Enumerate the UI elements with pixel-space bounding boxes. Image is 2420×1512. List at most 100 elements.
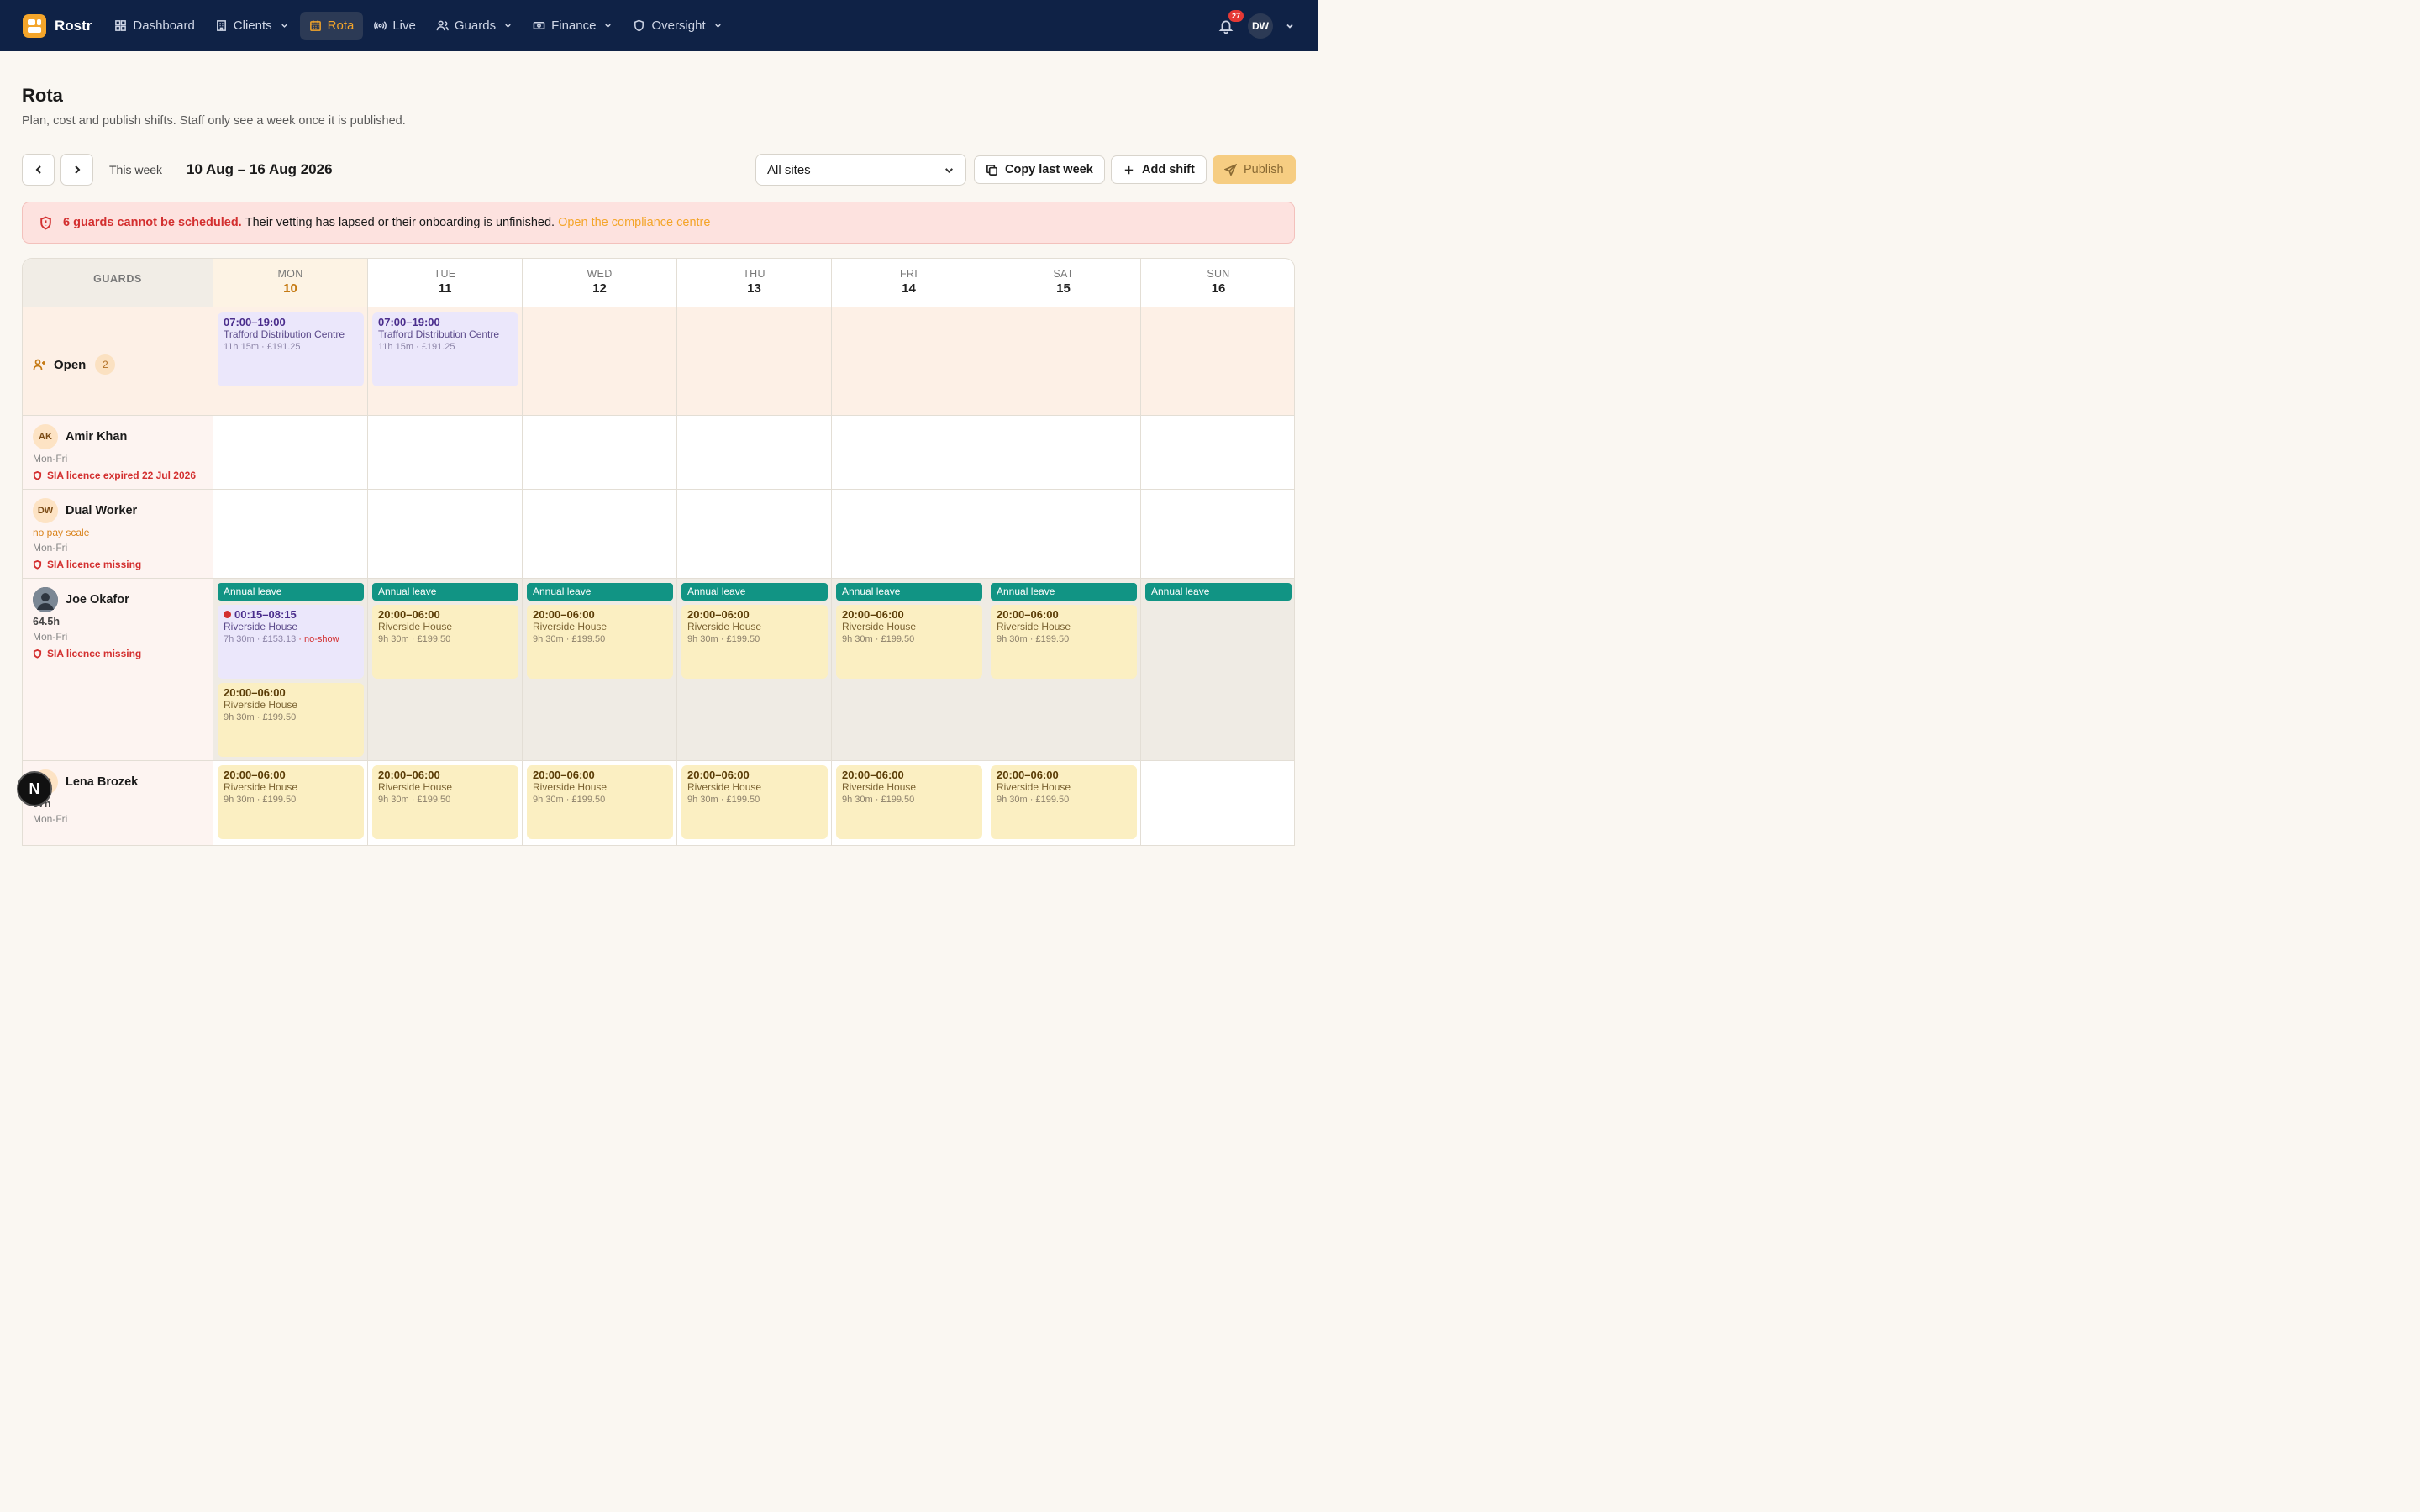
chevron-down-icon[interactable] [1285, 21, 1295, 31]
avatar: DW [33, 498, 58, 523]
next-week-button[interactable] [60, 154, 93, 186]
compliance-centre-link[interactable]: Open the compliance centre [558, 216, 710, 229]
shift-mon-night[interactable]: 20:00–06:00 Riverside House 9h 30m · £19… [218, 683, 364, 757]
shift-sat[interactable]: 20:00–06:00 Riverside House 9h 30m · £19… [991, 765, 1137, 839]
prev-week-button[interactable] [22, 154, 55, 186]
day-cell[interactable] [986, 490, 1141, 579]
day-cell[interactable] [523, 490, 677, 579]
shift-fri[interactable]: 20:00–06:00 Riverside House 9h 30m · £19… [836, 605, 982, 679]
building-icon [216, 20, 226, 31]
shift-thu[interactable]: 20:00–06:00 Riverside House 9h 30m · £19… [681, 605, 828, 679]
open-cell-thu[interactable] [677, 307, 832, 416]
open-shift-tue[interactable]: 07:00–19:00 Trafford Distribution Centre… [372, 312, 518, 386]
day-cell[interactable] [1141, 490, 1294, 579]
guard-row-lena-brozek[interactable]: LB Lena Brozek 57h Mon-Fri [23, 761, 213, 845]
day-cell[interactable] [213, 416, 368, 490]
shift-cost: 9h 30m · £199.50 [687, 795, 760, 805]
nav-right: 27 DW [1216, 8, 1295, 39]
shift-time: 20:00–06:00 [997, 608, 1059, 621]
day-num: 13 [747, 281, 761, 296]
day-cell[interactable] [1141, 761, 1294, 845]
guard-name: Lena Brozek [66, 775, 139, 789]
open-shift-mon[interactable]: 07:00–19:00 Trafford Distribution Centre… [218, 312, 364, 386]
shield-alert-icon [33, 470, 42, 480]
nav-oversight[interactable]: Oversight [623, 12, 731, 40]
nav-dashboard[interactable]: Dashboard [105, 12, 203, 40]
day-cell[interactable] [986, 416, 1141, 490]
user-avatar[interactable]: DW [1248, 13, 1273, 39]
copy-last-week-button[interactable]: Copy last week [974, 155, 1105, 184]
nav-rota-label: Rota [327, 18, 355, 33]
chevron-down-icon [505, 24, 511, 28]
day-cell[interactable] [832, 416, 986, 490]
shift-tue[interactable]: 20:00–06:00 Riverside House 9h 30m · £19… [372, 765, 518, 839]
day-cell[interactable] [523, 416, 677, 490]
brand[interactable]: Rostr [23, 13, 92, 38]
shift-wed[interactable]: 20:00–06:00 Riverside House 9h 30m · £19… [527, 765, 673, 839]
open-row-label: Open 2 [23, 307, 213, 416]
open-cell-sun[interactable] [1141, 307, 1294, 416]
guard-row-dual-worker[interactable]: DW Dual Worker no pay scale Mon-Fri SIA … [23, 490, 213, 579]
shift-tue[interactable]: 20:00–06:00 Riverside House 9h 30m · £19… [372, 605, 518, 679]
day-cell[interactable] [677, 490, 832, 579]
open-cell-sat[interactable] [986, 307, 1141, 416]
notifications-button[interactable]: 27 [1216, 8, 1244, 36]
shield-alert-icon [33, 559, 42, 570]
shift-wed[interactable]: 20:00–06:00 Riverside House 9h 30m · £19… [527, 605, 673, 679]
shift-sat[interactable]: 20:00–06:00 Riverside House 9h 30m · £19… [991, 605, 1137, 679]
shift-cost: 9h 30m · £199.50 [997, 795, 1070, 805]
day-header-tue: TUE 11 [368, 259, 523, 307]
guard-row-amir-khan[interactable]: AK Amir Khan Mon-Fri SIA licence expired… [23, 416, 213, 490]
shift-fri[interactable]: 20:00–06:00 Riverside House 9h 30m · £19… [836, 765, 982, 839]
chevron-down-icon [605, 24, 612, 28]
guard-pattern: Mon-Fri [33, 813, 68, 825]
dev-tools-button[interactable]: N [17, 771, 52, 806]
day-dow: WED [587, 268, 613, 280]
brand-name: Rostr [55, 17, 92, 34]
day-dow: FRI [899, 268, 918, 280]
shift-noshow-mon[interactable]: 00:15–08:15 Riverside House 7h 30m · £15… [218, 605, 364, 679]
nav-guards[interactable]: Guards [427, 12, 522, 40]
site-select[interactable]: All sites [755, 154, 966, 186]
guard-name: Amir Khan [66, 430, 128, 444]
annual-leave-tag[interactable]: Annual leave [681, 583, 828, 601]
this-week-button[interactable]: This week [109, 154, 162, 186]
open-cell-fri[interactable] [832, 307, 986, 416]
shift-site: Riverside House [533, 621, 608, 633]
day-cell[interactable] [213, 490, 368, 579]
shield-alert-icon [33, 648, 42, 659]
nav-clients[interactable]: Clients [206, 12, 298, 40]
plus-icon [1124, 165, 1134, 174]
nav-live[interactable]: Live [365, 12, 425, 40]
day-cell[interactable] [368, 490, 523, 579]
annual-leave-tag[interactable]: Annual leave [1145, 583, 1292, 601]
open-cell-wed[interactable] [523, 307, 677, 416]
shift-cost: 9h 30m · £199.50 [533, 795, 606, 805]
guard-warning-text: SIA licence missing [47, 648, 142, 659]
annual-leave-tag[interactable]: Annual leave [991, 583, 1137, 601]
chevron-down-icon [281, 24, 287, 28]
day-cell[interactable] [677, 416, 832, 490]
annual-leave-tag[interactable]: Annual leave [836, 583, 982, 601]
shift-time: 00:15–08:15 [224, 608, 358, 621]
no-show-dot-icon [224, 611, 231, 618]
annual-leave-tag[interactable]: Annual leave [218, 583, 364, 601]
publish-button[interactable]: Publish [1213, 155, 1296, 184]
day-dow: MON [277, 268, 303, 280]
day-cell[interactable] [1141, 579, 1294, 761]
day-num: 11 [438, 281, 452, 296]
nav-rota[interactable]: Rota [299, 11, 364, 40]
day-cell[interactable] [1141, 416, 1294, 490]
annual-leave-tag[interactable]: Annual leave [372, 583, 518, 601]
shift-thu[interactable]: 20:00–06:00 Riverside House 9h 30m · £19… [681, 765, 828, 839]
shift-time: 20:00–06:00 [997, 769, 1059, 781]
annual-leave-tag[interactable]: Annual leave [527, 583, 673, 601]
shift-time: 20:00–06:00 [687, 608, 750, 621]
add-shift-button[interactable]: Add shift [1111, 155, 1207, 184]
day-cell[interactable] [832, 490, 986, 579]
guard-row-joe-okafor[interactable]: Joe Okafor 64.5h Mon-Fri SIA licence mis… [23, 579, 213, 761]
shift-mon[interactable]: 20:00–06:00 Riverside House 9h 30m · £19… [218, 765, 364, 839]
day-cell[interactable] [368, 416, 523, 490]
shift-time: 20:00–06:00 [842, 608, 904, 621]
nav-finance[interactable]: Finance [523, 12, 622, 40]
